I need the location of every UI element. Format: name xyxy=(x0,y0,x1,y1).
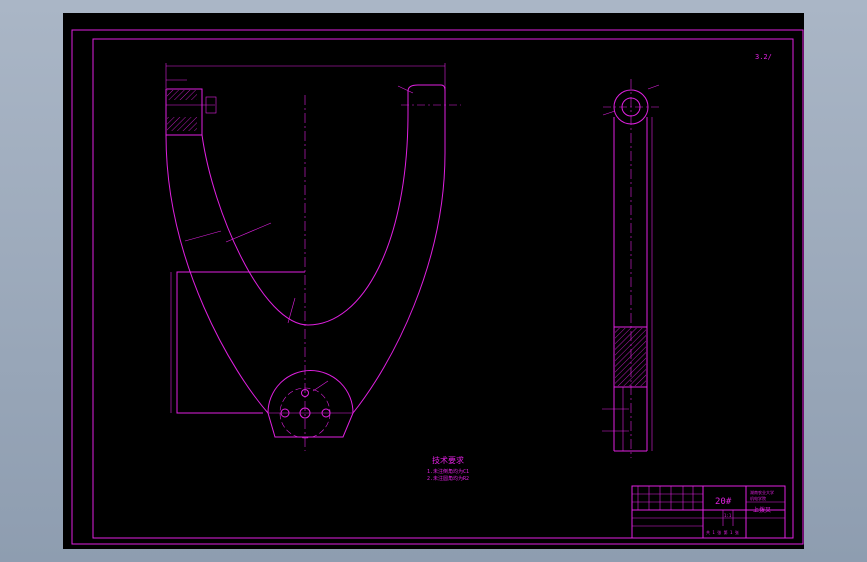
roughness-symbol: 3.2/ xyxy=(755,53,772,61)
cad-drawing-sheet: 3.2/ 技术要求 1.未注倒角均为C1 2.未注圆角均为R2 20# 湖南农业… xyxy=(63,13,804,549)
part-name: 上拨叉 xyxy=(753,506,771,514)
fork-outer-right xyxy=(352,87,446,414)
tech-req-line-2: 2.未注圆角均为R2 xyxy=(427,475,469,482)
material-label: 20# xyxy=(715,497,732,507)
tech-requirements: 技术要求 1.未注倒角均为C1 2.未注圆角均为R2 xyxy=(427,455,469,482)
drawing-canvas: 3.2/ 技术要求 1.未注倒角均为C1 2.未注圆角均为R2 20# 湖南农业… xyxy=(71,29,804,545)
tech-req-title: 技术要求 xyxy=(432,455,464,465)
fork-outer-left xyxy=(165,134,269,414)
section-outline xyxy=(176,271,305,414)
bottom-hub xyxy=(267,370,354,438)
outer-frame xyxy=(71,29,804,545)
fork-front-view xyxy=(165,63,461,451)
block-small-text-1: 湖南农业大学 xyxy=(750,489,774,495)
fork-inner-curve xyxy=(201,84,446,326)
fork-side-view xyxy=(602,79,661,458)
block-small-text-2: 机电学院 xyxy=(750,495,766,501)
sheet-info: 共 1 张 第 1 张 xyxy=(706,529,739,535)
title-block: 20# 湖南农业大学 机电学院 上拨叉 1:1 共 1 张 第 1 张 xyxy=(631,485,786,539)
tech-req-line-1: 1.未注倒角均为C1 xyxy=(427,468,469,475)
scale-ratio: 1:1 xyxy=(724,513,732,518)
